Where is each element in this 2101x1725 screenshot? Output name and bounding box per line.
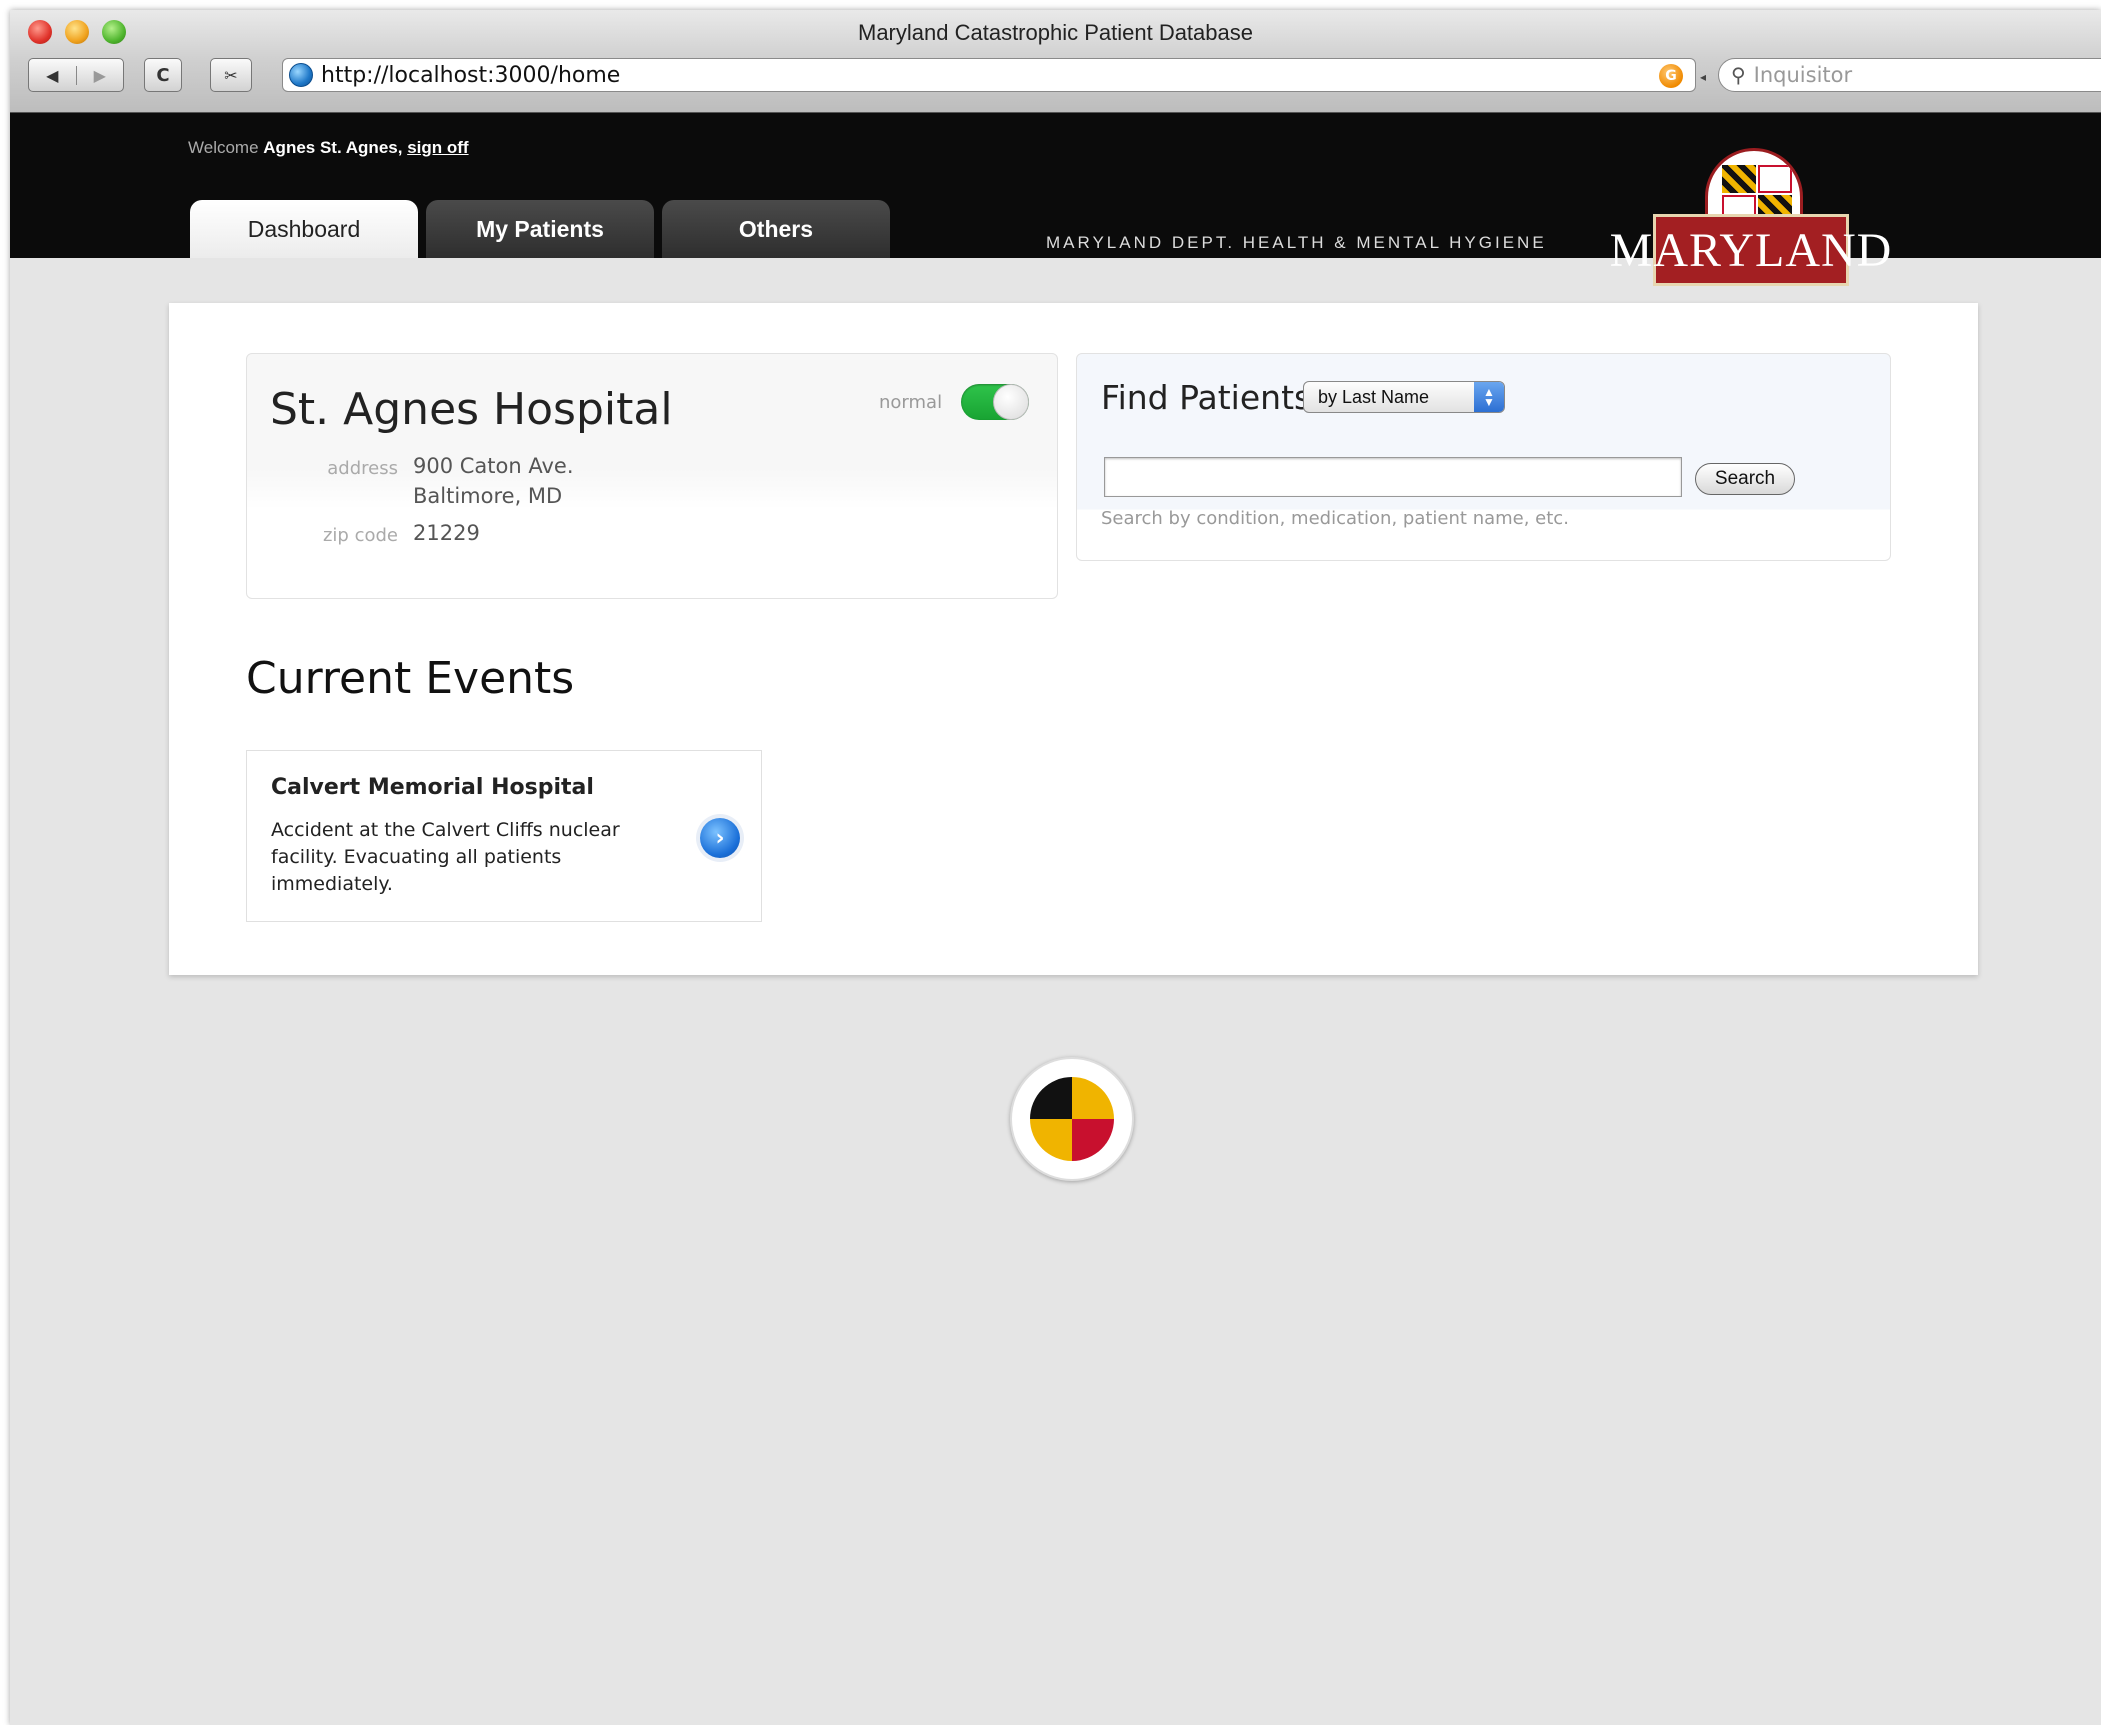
chevron-right-icon[interactable]: › (700, 818, 740, 858)
toggle-knob[interactable] (993, 384, 1029, 420)
search-button[interactable]: Search (1695, 463, 1795, 495)
event-description: Accident at the Calvert Cliffs nuclear f… (271, 819, 620, 895)
rss-icon[interactable]: G (1659, 64, 1683, 88)
select-arrow-icon: ▲ ▼ (1474, 382, 1504, 412)
search-icon: ⚲ (1731, 63, 1746, 87)
site-header: Welcome Agnes St. Agnes, sign off Dashbo… (10, 113, 2101, 286)
address-bar-divider-icon: ◂ (1700, 70, 1707, 84)
maryland-logo-text: MARYLAND (1610, 214, 1891, 286)
maryland-flag-seal-icon (1030, 1077, 1114, 1161)
address-line-2: Baltimore, MD (413, 484, 563, 508)
back-forward-buttons: ◀ ▶ (28, 58, 124, 92)
browser-search-placeholder: Inquisitor (1753, 63, 1853, 87)
zip-code-label: zip code (322, 525, 398, 546)
sign-off-link[interactable]: sign off (407, 138, 468, 157)
welcome-label: Welcome (188, 138, 259, 157)
welcome-bar: Welcome Agnes St. Agnes, sign off (188, 138, 469, 158)
tab-others[interactable]: Others (662, 200, 890, 258)
zip-code-value: 21229 (413, 521, 480, 545)
event-card[interactable]: Calvert Memorial Hospital Accident at th… (246, 750, 762, 922)
browser-window: Maryland Catastrophic Patient Database ◀… (10, 10, 2101, 1725)
scissors-icon: ✂ (224, 65, 238, 85)
hospital-name: St. Agnes Hospital (270, 384, 673, 435)
search-hint: Search by condition, medication, patient… (1101, 508, 1569, 529)
window-title: Maryland Catastrophic Patient Database (858, 20, 1253, 45)
hospital-info-card: St. Agnes Hospital normal address 900 Ca… (246, 353, 1058, 599)
tab-my-patients[interactable]: My Patients (426, 200, 654, 258)
browser-search-field[interactable]: ⚲ Inquisitor (1718, 58, 2101, 92)
search-filter-select[interactable]: by Last Name ▲ ▼ (1303, 381, 1505, 413)
search-filter-value: by Last Name (1318, 386, 1430, 407)
department-name: MARYLAND DEPT. HEALTH & MENTAL HYGIENE (1046, 233, 1547, 252)
status-label: normal (879, 392, 943, 413)
snippet-button[interactable]: ✂ (210, 58, 252, 92)
find-patients-title: Find Patients (1101, 378, 1312, 417)
url-text[interactable]: http://localhost:3000/home (321, 63, 620, 88)
user-name: Agnes St. Agnes, (263, 138, 403, 157)
address-line-1: 900 Caton Ave. (413, 454, 574, 478)
find-patients-panel: Find Patients by Last Name ▲ ▼ Search Sea… (1076, 353, 1891, 561)
reload-icon: C (156, 64, 170, 86)
patient-search-input[interactable] (1104, 457, 1682, 497)
forward-button[interactable]: ▶ (77, 66, 124, 85)
status-toggle[interactable] (961, 384, 1029, 420)
globe-icon (289, 63, 313, 87)
tab-dashboard[interactable]: Dashboard (190, 200, 418, 258)
event-hospital-name: Calvert Memorial Hospital (271, 775, 594, 800)
current-events-title: Current Events (246, 653, 575, 704)
reload-button[interactable]: C (144, 58, 182, 92)
browser-toolbar: Maryland Catastrophic Patient Database ◀… (10, 10, 2101, 113)
address-label: address (327, 458, 398, 479)
emergency-response-seal (1010, 1057, 1134, 1181)
back-button[interactable]: ◀ (29, 65, 77, 85)
address-bar[interactable]: http://localhost:3000/home G (282, 58, 1696, 92)
maryland-logo: MARYLAND (1610, 148, 1891, 288)
dashboard-panel: St. Agnes Hospital normal address 900 Ca… (169, 303, 1978, 975)
